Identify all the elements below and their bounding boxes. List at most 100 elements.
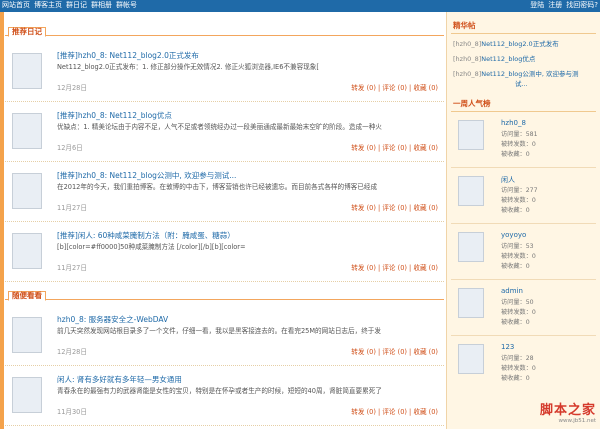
nav-link-home[interactable]: 网站首页 <box>2 1 30 10</box>
post-title[interactable]: [推荐]hzh0_8: Net112_blog公测中, 欢迎参与测试... <box>57 170 236 181</box>
user-favorited: 被收藏：0 <box>501 375 530 382</box>
featured-title-continued[interactable]: 试... <box>515 80 528 88</box>
site-watermark: 脚本之家 www.jb51.net <box>540 399 596 424</box>
post-action-links[interactable]: 转发 (0) | 评论 (0) | 收藏 (0) <box>351 264 438 272</box>
recommended-section-header: 推荐日记 <box>5 18 444 37</box>
featured-heading: 精华帖 <box>453 21 476 30</box>
featured-author: [hzh0_8] <box>453 70 482 78</box>
featured-title[interactable]: Net112_blog优点 <box>481 55 535 63</box>
user-name[interactable]: 闲人 <box>501 175 515 185</box>
popular-user-card: hzh0_8 访问量：581 被转发数：0 被收藏：0 <box>451 113 596 168</box>
post-date: 12月28日 <box>57 84 87 92</box>
author-avatar[interactable] <box>12 317 42 353</box>
left-accent-strip <box>0 12 4 429</box>
post-excerpt: [b][color=#ff0000]50种咸菜腌制方法 [/color][/b]… <box>57 243 246 251</box>
post-date: 12月28日 <box>57 348 87 356</box>
post-item: hzh0_8: 服务器安全之-WebDAV 前几天突然发现网站根目录多了一个文件… <box>5 306 444 366</box>
user-visits: 访问量：50 <box>501 299 534 306</box>
post-actions[interactable]: 转发 (0) | 评论 (0) | 收藏 (0) <box>351 202 438 212</box>
forgot-password-link[interactable]: 找回密码? <box>566 1 598 10</box>
post-excerpt: 在2012年的今天，我们重拍博客。在敦博的中击下，博客营销也许已经被遗忘。而目前… <box>57 183 378 191</box>
top-nav-links: 网站首页 博客主页 群日记 群相册 群帐号 <box>2 1 141 10</box>
user-name[interactable]: admin <box>501 287 523 295</box>
user-forwarded: 被转发数：0 <box>501 309 536 316</box>
post-actions[interactable]: 转发 (0) | 评论 (0) | 收藏 (0) <box>351 82 438 92</box>
post-title[interactable]: [推荐]hzh0_8: Net112_blog2.0正式发布 <box>57 50 199 61</box>
post-action-links[interactable]: 转发 (0) | 评论 (0) | 收藏 (0) <box>351 348 438 356</box>
featured-divider <box>451 33 596 34</box>
recommended-tab[interactable]: 推荐日记 <box>8 27 46 37</box>
author-avatar[interactable] <box>12 173 42 209</box>
featured-title[interactable]: Net112_blog2.0正式发布 <box>481 40 558 48</box>
user-avatar[interactable] <box>458 120 484 150</box>
user-avatar[interactable] <box>458 344 484 374</box>
nav-link-blog-home[interactable]: 博客主页 <box>34 1 62 10</box>
post-title[interactable]: 闲人: 肾有多好就有多年轻—男女通用 <box>57 374 182 385</box>
post-excerpt: 前几天突然发现网站根目录多了一个文件，仔细一看，我以是黑客接连去的。在看完25M… <box>57 327 381 335</box>
user-name[interactable]: hzh0_8 <box>501 119 526 127</box>
user-favorited: 被收藏：0 <box>501 263 530 270</box>
author-avatar[interactable] <box>12 113 42 149</box>
featured-item[interactable]: [hzh0_8]Net112_blog优点 <box>453 53 598 63</box>
author-avatar[interactable] <box>12 53 42 89</box>
user-avatar[interactable] <box>458 176 484 206</box>
account-links: 登陆 注册 找回密码? <box>526 1 598 10</box>
watermark-text: 脚本之家 <box>539 403 596 418</box>
user-favorited: 被收藏：0 <box>501 207 530 214</box>
post-action-links[interactable]: 转发 (0) | 评论 (0) | 收藏 (0) <box>351 408 438 416</box>
post-action-links[interactable]: 转发 (0) | 评论 (0) | 收藏 (0) <box>351 84 438 92</box>
post-item: [推荐]hzh0_8: Net112_blog优点 优缺点：1. 精美论坛由于内… <box>5 102 444 162</box>
user-forwarded: 被转发数：0 <box>501 253 536 260</box>
user-forwarded: 被转发数：0 <box>501 141 536 148</box>
post-actions[interactable]: 转发 (0) | 评论 (0) | 收藏 (0) <box>351 346 438 356</box>
featured-author: [hzh0_8] <box>453 40 482 48</box>
post-title[interactable]: [推荐]hzh0_8: Net112_blog优点 <box>57 110 172 121</box>
user-forwarded: 被转发数：0 <box>501 197 536 204</box>
popular-user-card: 123 访问量：28 被转发数：0 被收藏：0 <box>451 337 596 392</box>
post-excerpt: 青春永在的最强有力的武器肾能是女性的宝贝，特别是在怀孕或者生产的时候，短短的40… <box>57 387 382 395</box>
register-link[interactable]: 注册 <box>548 1 562 10</box>
featured-title[interactable]: Net112_blog公测中, 欢迎参与测 <box>481 70 578 78</box>
login-link[interactable]: 登陆 <box>530 1 544 10</box>
post-item: [推荐]hzh0_8: Net112_blog公测中, 欢迎参与测试... 在2… <box>5 162 444 222</box>
random-section-header: 随便看看 <box>5 282 444 301</box>
post-excerpt: Net112_blog2.0正式发布：1. 修正部分操作无效情况2. 修正火狐浏… <box>57 63 319 71</box>
author-avatar[interactable] <box>12 377 42 413</box>
featured-item[interactable]: [hzh0_8]Net112_blog公测中, 欢迎参与测 <box>453 68 598 78</box>
post-actions[interactable]: 转发 (0) | 评论 (0) | 收藏 (0) <box>351 406 438 416</box>
popular-user-card: yoyoyo 访问量：53 被转发数：0 被收藏：0 <box>451 225 596 280</box>
post-item: [推荐]hzh0_8: Net112_blog2.0正式发布 Net112_bl… <box>5 42 444 102</box>
main-column: 推荐日记 [推荐]hzh0_8: Net112_blog2.0正式发布 Net1… <box>5 12 444 429</box>
nav-link-group-account[interactable]: 群帐号 <box>116 1 137 10</box>
nav-link-group-album[interactable]: 群相册 <box>91 1 112 10</box>
user-avatar[interactable] <box>458 288 484 318</box>
user-favorited: 被收藏：0 <box>501 319 530 326</box>
user-visits: 访问量：28 <box>501 355 534 362</box>
user-favorited: 被收藏：0 <box>501 151 530 158</box>
random-tab[interactable]: 随便看看 <box>8 291 46 301</box>
post-item: 闲人: 肾有多好就有多年轻—男女通用 青春永在的最强有力的武器肾能是女性的宝贝，… <box>5 366 444 426</box>
author-avatar[interactable] <box>12 233 42 269</box>
user-forwarded: 被转发数：0 <box>501 365 536 372</box>
post-title[interactable]: hzh0_8: 服务器安全之-WebDAV <box>57 314 168 325</box>
nav-link-group-diary[interactable]: 群日记 <box>66 1 87 10</box>
post-actions[interactable]: 转发 (0) | 评论 (0) | 收藏 (0) <box>351 142 438 152</box>
post-action-links[interactable]: 转发 (0) | 评论 (0) | 收藏 (0) <box>351 144 438 152</box>
featured-author: [hzh0_8] <box>453 55 482 63</box>
user-name[interactable]: yoyoyo <box>501 231 526 239</box>
top-navigation-bar: 网站首页 博客主页 群日记 群相册 群帐号 登陆 注册 找回密码? <box>0 0 600 12</box>
post-action-links[interactable]: 转发 (0) | 评论 (0) | 收藏 (0) <box>351 204 438 212</box>
user-visits: 访问量：581 <box>501 131 538 138</box>
popular-user-card: admin 访问量：50 被转发数：0 被收藏：0 <box>451 281 596 336</box>
popular-divider <box>451 111 596 112</box>
user-avatar[interactable] <box>458 232 484 262</box>
post-date: 11月30日 <box>57 408 87 416</box>
user-name[interactable]: 123 <box>501 343 514 351</box>
post-date: 12月6日 <box>57 144 83 152</box>
popular-heading: 一周人气榜 <box>453 99 491 108</box>
post-actions[interactable]: 转发 (0) | 评论 (0) | 收藏 (0) <box>351 262 438 272</box>
post-title[interactable]: [推荐]闲人: 60种咸菜腌制方法（附：腌咸蛋、糖蒜） <box>57 230 235 241</box>
featured-item[interactable]: [hzh0_8]Net112_blog2.0正式发布 <box>453 38 598 48</box>
featured-item-continued[interactable]: 试... <box>515 78 600 88</box>
user-visits: 访问量：277 <box>501 187 538 194</box>
